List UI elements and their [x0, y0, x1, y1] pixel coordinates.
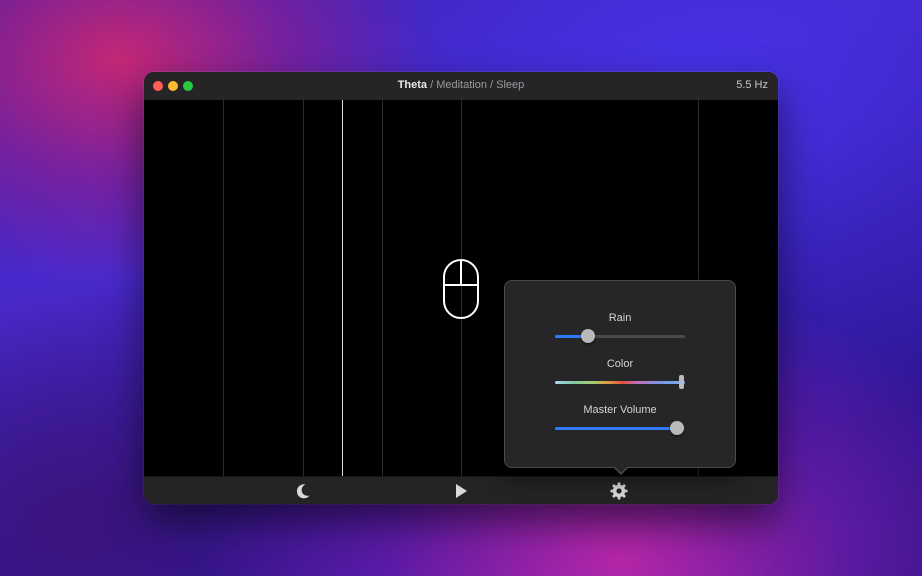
frequency-readout: 5.5 Hz	[736, 79, 768, 91]
title-primary: Theta	[397, 79, 428, 91]
mouse-icon	[443, 259, 479, 319]
bottom-toolbar	[144, 476, 778, 504]
master-volume-slider[interactable]	[555, 421, 685, 435]
rain-label: Rain	[608, 312, 632, 324]
popover-arrow	[613, 466, 629, 475]
color-slider[interactable]	[555, 375, 685, 389]
title-bar: Theta / Meditation / Sleep 5.5 Hz	[144, 72, 778, 101]
moon-icon[interactable]	[293, 481, 313, 501]
rain-line	[303, 100, 304, 477]
color-slider-knob[interactable]	[679, 375, 685, 389]
rain-line	[342, 100, 343, 477]
rain-line	[382, 100, 383, 477]
gear-icon[interactable]	[609, 481, 629, 501]
rain-line	[223, 100, 224, 477]
title-secondary: / Meditation / Sleep	[427, 79, 525, 91]
rain-slider-knob[interactable]	[580, 329, 595, 343]
color-label: Color	[606, 358, 634, 370]
master-volume-slider-fill	[555, 427, 678, 430]
master-volume-slider-knob[interactable]	[670, 421, 685, 435]
master-volume-label: Master Volume	[583, 404, 657, 416]
rain-slider[interactable]	[555, 329, 685, 343]
play-icon[interactable]	[451, 481, 471, 501]
settings-popover: Rain Color Master Volume	[504, 280, 736, 475]
window-title: Theta / Meditation / Sleep	[144, 79, 778, 91]
